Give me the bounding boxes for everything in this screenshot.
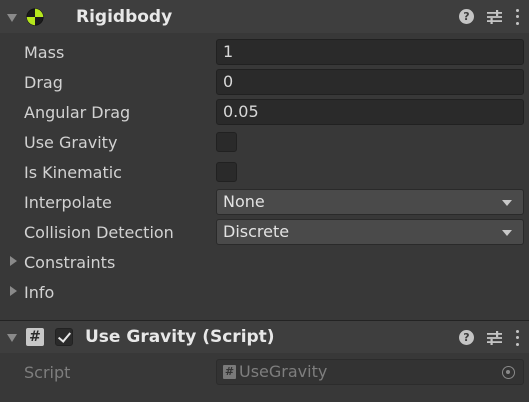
object-picker-icon[interactable] bbox=[502, 366, 515, 379]
script-value: UseGravity bbox=[239, 362, 328, 381]
foldout-expanded-icon[interactable] bbox=[7, 13, 17, 22]
drag-row: Drag 0 bbox=[0, 67, 529, 97]
interpolate-dropdown[interactable]: None bbox=[216, 189, 524, 215]
script-label: Script bbox=[24, 362, 71, 382]
script-component-header[interactable]: # Use Gravity (Script) ? bbox=[0, 320, 529, 353]
drag-label: Drag bbox=[24, 72, 63, 92]
mass-row: Mass 1 bbox=[0, 37, 529, 67]
collision-detection-label: Collision Detection bbox=[24, 222, 174, 242]
help-icon[interactable]: ? bbox=[459, 9, 474, 24]
rigidbody-header[interactable]: Rigidbody ? bbox=[0, 0, 529, 33]
use-gravity-row: Use Gravity bbox=[0, 127, 529, 157]
script-object-field[interactable]: # UseGravity bbox=[216, 359, 524, 385]
use-gravity-checkbox[interactable] bbox=[216, 132, 237, 152]
presets-icon[interactable] bbox=[487, 330, 502, 345]
component-enabled-checkbox[interactable] bbox=[55, 328, 73, 346]
component-title: Rigidbody bbox=[76, 6, 173, 27]
foldout-expanded-icon[interactable] bbox=[7, 333, 17, 342]
constraints-foldout[interactable]: Constraints bbox=[0, 247, 529, 277]
script-file-icon: # bbox=[223, 365, 236, 379]
interpolate-row: Interpolate None bbox=[0, 187, 529, 217]
is-kinematic-label: Is Kinematic bbox=[24, 162, 122, 182]
collision-detection-dropdown[interactable]: Discrete bbox=[216, 219, 524, 245]
foldout-collapsed-icon[interactable] bbox=[9, 286, 17, 296]
rigidbody-icon bbox=[26, 7, 44, 26]
info-foldout[interactable]: Info bbox=[0, 277, 529, 307]
script-row: Script # UseGravity bbox=[0, 357, 529, 387]
presets-icon[interactable] bbox=[487, 9, 502, 24]
info-label: Info bbox=[24, 282, 55, 302]
drag-field[interactable]: 0 bbox=[216, 69, 524, 95]
is-kinematic-row: Is Kinematic bbox=[0, 157, 529, 187]
interpolate-value: None bbox=[223, 192, 265, 211]
is-kinematic-checkbox[interactable] bbox=[216, 162, 237, 182]
angular-drag-field[interactable]: 0.05 bbox=[216, 99, 524, 125]
interpolate-label: Interpolate bbox=[24, 192, 112, 212]
component-title: Use Gravity (Script) bbox=[85, 327, 275, 347]
dropdown-arrow-icon bbox=[502, 200, 512, 206]
help-icon[interactable]: ? bbox=[459, 330, 474, 345]
foldout-collapsed-icon[interactable] bbox=[9, 256, 17, 266]
use-gravity-label: Use Gravity bbox=[24, 132, 118, 152]
context-menu-icon[interactable] bbox=[515, 8, 519, 25]
angular-drag-label: Angular Drag bbox=[24, 102, 131, 122]
mass-field[interactable]: 1 bbox=[216, 39, 524, 65]
collision-detection-value: Discrete bbox=[223, 222, 290, 241]
mass-label: Mass bbox=[24, 42, 65, 62]
constraints-label: Constraints bbox=[24, 252, 116, 272]
collision-detection-row: Collision Detection Discrete bbox=[0, 217, 529, 247]
dropdown-arrow-icon bbox=[502, 230, 512, 236]
context-menu-icon[interactable] bbox=[515, 329, 519, 346]
angular-drag-row: Angular Drag 0.05 bbox=[0, 97, 529, 127]
script-hash-icon: # bbox=[26, 328, 44, 346]
